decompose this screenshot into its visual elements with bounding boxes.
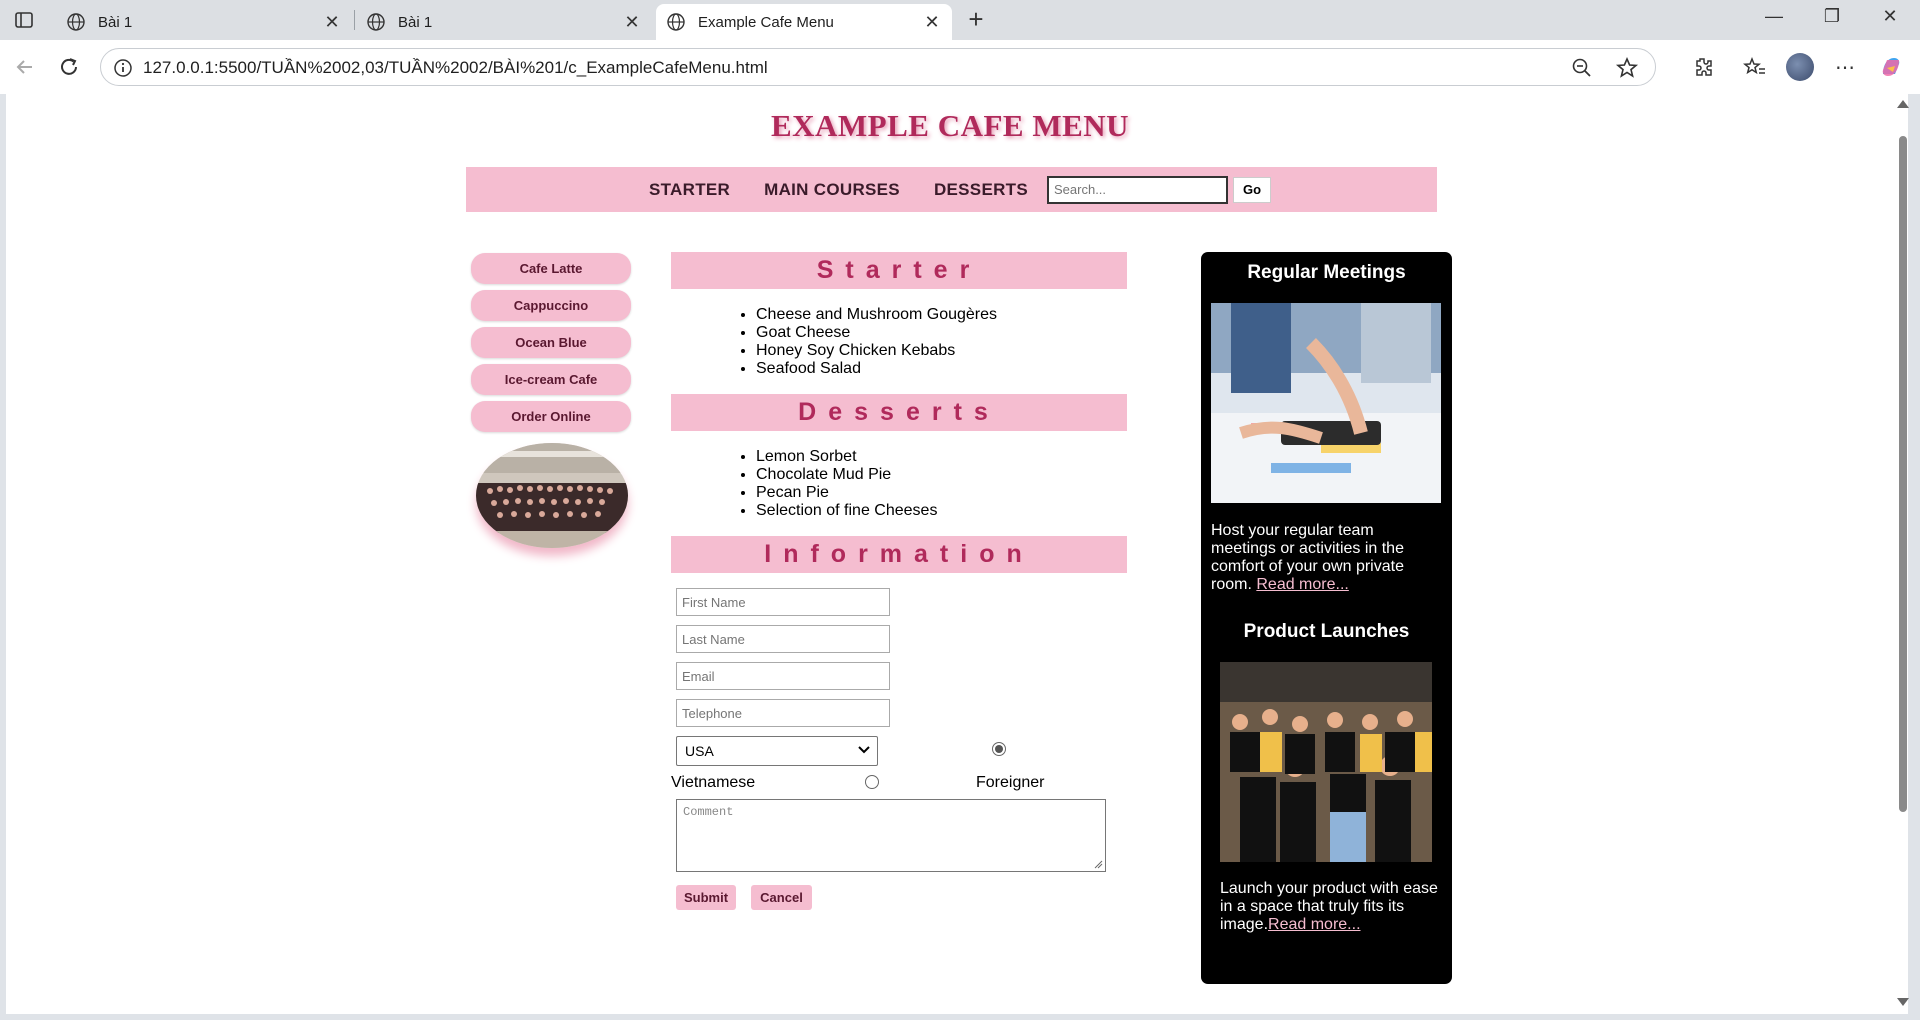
- go-button[interactable]: Go: [1233, 176, 1271, 203]
- favorite-star-icon[interactable]: [1615, 56, 1639, 80]
- submit-button[interactable]: Submit: [676, 885, 736, 910]
- close-window-button[interactable]: ✕: [1870, 6, 1910, 34]
- meetings-title: Regular Meetings: [1247, 262, 1406, 283]
- last-name-field[interactable]: [676, 625, 890, 653]
- extensions-icon[interactable]: [1688, 52, 1718, 82]
- new-tab-button[interactable]: +: [964, 6, 988, 32]
- list-item: Chocolate Mud Pie: [756, 466, 937, 484]
- copilot-icon[interactable]: [1876, 52, 1906, 82]
- globe-icon: [667, 13, 685, 31]
- scrollbar-thumb[interactable]: [1899, 136, 1907, 812]
- restore-button[interactable]: ❐: [1812, 6, 1852, 34]
- sidebar-item-cappuccino[interactable]: Cappuccino: [471, 290, 631, 321]
- launches-read-more-link[interactable]: Read more...: [1268, 916, 1360, 933]
- globe-icon: [67, 13, 85, 31]
- list-item: Seafood Salad: [756, 360, 997, 378]
- launches-title: Product Launches: [1243, 621, 1410, 642]
- close-icon[interactable]: ✕: [624, 13, 640, 31]
- tab-divider: [354, 10, 355, 30]
- globe-icon: [367, 13, 385, 31]
- page-title: EXAMPLE CAFE MENU: [770, 108, 1130, 143]
- tab-actions-icon[interactable]: [10, 8, 38, 32]
- tab-bai1-second[interactable]: Bài 1 ✕: [356, 4, 652, 40]
- section-heading-desserts: Desserts: [671, 394, 1127, 431]
- tab-title: Bài 1: [98, 13, 133, 31]
- launches-text: Launch your product with ease in a space…: [1220, 880, 1440, 934]
- list-item: Pecan Pie: [756, 484, 937, 502]
- launches-image: [1220, 662, 1432, 862]
- sidebar-item-order-online[interactable]: Order Online: [471, 401, 631, 432]
- scroll-down-icon[interactable]: [1897, 998, 1909, 1006]
- tab-title: Bài 1: [398, 13, 433, 31]
- country-select-value: USA: [685, 743, 714, 759]
- chevron-down-icon: [858, 746, 870, 754]
- first-name-field[interactable]: [676, 588, 890, 616]
- minimize-button[interactable]: —: [1754, 6, 1794, 34]
- tab-bai1-first[interactable]: Bài 1 ✕: [56, 4, 352, 40]
- tab-strip: Bài 1 ✕ Bài 1 ✕ Example Cafe Menu ✕ + — …: [0, 0, 1920, 40]
- radio-foreigner-selected[interactable]: [992, 742, 1006, 756]
- browser-toolbar: 127.0.0.1:5500/TUẦN%2002,03/TUẦN%2002/BÀ…: [0, 40, 1920, 94]
- desserts-list: Lemon Sorbet Chocolate Mud Pie Pecan Pie…: [751, 448, 937, 520]
- section-heading-information: Information: [671, 536, 1127, 573]
- zoom-out-icon[interactable]: [1571, 57, 1593, 79]
- country-select[interactable]: USA: [676, 736, 878, 766]
- list-item: Goat Cheese: [756, 324, 997, 342]
- profile-avatar[interactable]: [1785, 52, 1815, 82]
- sidebar-item-ocean-blue[interactable]: Ocean Blue: [471, 327, 631, 358]
- top-navigation: STARTER MAIN COURSES DESSERTS Go: [466, 167, 1437, 212]
- nav-link-main-courses[interactable]: MAIN COURSES: [764, 180, 900, 200]
- back-button[interactable]: [10, 52, 40, 82]
- starter-list: Cheese and Mushroom Gougères Goat Cheese…: [751, 306, 997, 378]
- tab-title: Example Cafe Menu: [698, 13, 834, 31]
- email-field[interactable]: [676, 662, 890, 690]
- resize-handle-icon[interactable]: [1093, 859, 1103, 869]
- nav-link-desserts[interactable]: DESSERTS: [934, 180, 1028, 200]
- cancel-button[interactable]: Cancel: [751, 885, 812, 910]
- meetings-read-more-link[interactable]: Read more...: [1256, 576, 1348, 593]
- browser-window: Bài 1 ✕ Bài 1 ✕ Example Cafe Menu ✕ + — …: [0, 0, 1920, 1020]
- page-scrollbar[interactable]: [1896, 96, 1910, 1010]
- right-sidebar: Regular Meetings Host your regular team …: [1201, 252, 1452, 984]
- list-item: Cheese and Mushroom Gougères: [756, 306, 997, 324]
- reload-button[interactable]: [54, 52, 84, 82]
- close-icon[interactable]: ✕: [324, 13, 340, 31]
- sidebar-item-cafe-latte[interactable]: Cafe Latte: [471, 253, 631, 284]
- page-viewport: EXAMPLE CAFE MENU STARTER MAIN COURSES D…: [6, 94, 1908, 1014]
- comment-placeholder: Comment: [683, 805, 734, 819]
- comment-textarea[interactable]: Comment: [676, 799, 1106, 872]
- section-heading-starter: Starter: [671, 252, 1127, 289]
- tab-example-cafe-menu[interactable]: Example Cafe Menu ✕: [656, 4, 952, 40]
- list-item: Honey Soy Chicken Kebabs: [756, 342, 997, 360]
- telephone-field[interactable]: [676, 699, 890, 727]
- radio-label-foreigner: Foreigner: [976, 774, 1045, 791]
- more-menu-icon[interactable]: ⋯: [1830, 52, 1860, 82]
- scroll-up-icon[interactable]: [1897, 100, 1909, 108]
- meetings-image: [1211, 303, 1441, 503]
- nav-link-starter[interactable]: STARTER: [649, 180, 730, 200]
- close-icon[interactable]: ✕: [924, 13, 940, 31]
- radio-label-vietnamese: Vietnamese: [671, 774, 756, 791]
- address-bar[interactable]: 127.0.0.1:5500/TUẦN%2002,03/TUẦN%2002/BÀ…: [100, 48, 1656, 86]
- list-item: Selection of fine Cheeses: [756, 502, 937, 520]
- info-icon[interactable]: [113, 58, 133, 78]
- sidebar-item-ice-cream-cafe[interactable]: Ice-cream Cafe: [471, 364, 631, 395]
- favorites-icon[interactable]: [1740, 52, 1770, 82]
- radio-vietnamese[interactable]: [865, 775, 879, 789]
- group-photo: [476, 443, 628, 548]
- meetings-text: Host your regular team meetings or activ…: [1211, 522, 1443, 594]
- list-item: Lemon Sorbet: [756, 448, 937, 466]
- url-text: 127.0.0.1:5500/TUẦN%2002,03/TUẦN%2002/BÀ…: [143, 58, 768, 77]
- search-input[interactable]: [1047, 175, 1228, 204]
